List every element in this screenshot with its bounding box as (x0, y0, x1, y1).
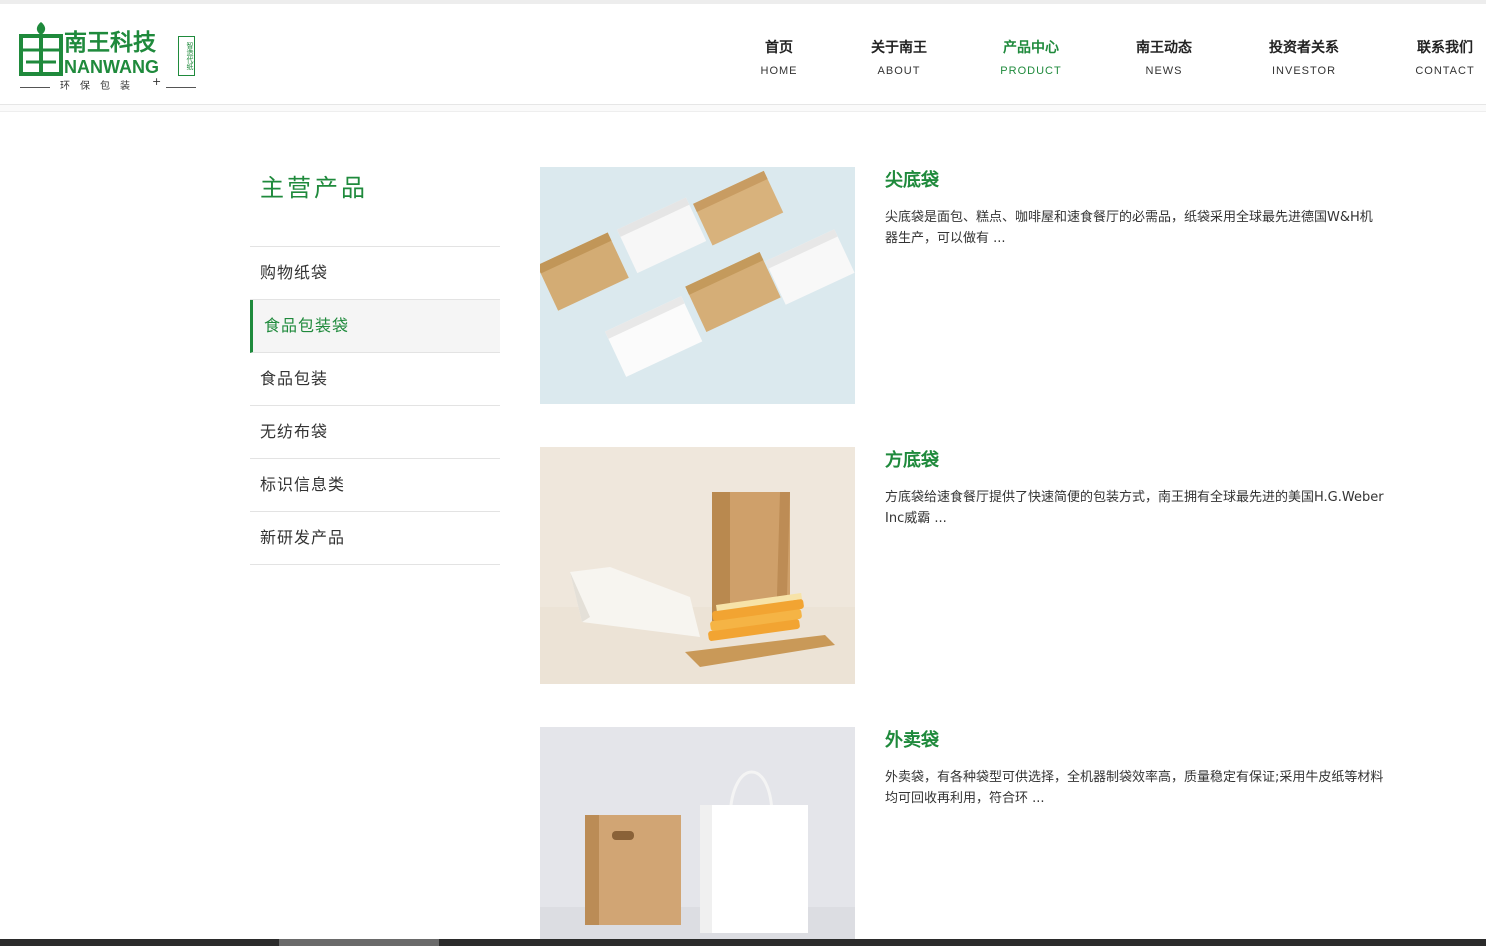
nav-about-label: 关于南王 (871, 40, 927, 56)
product-name[interactable]: 外卖袋 (885, 729, 939, 753)
nav-investor-label: 投资者关系 (1269, 40, 1339, 56)
nav-home-sublabel: HOME (760, 65, 798, 77)
nav-contact-sublabel: CONTACT (1415, 65, 1475, 77)
nav-news-label: 南王动态 (1136, 40, 1192, 56)
product-description: 外卖袋，有各种袋型可供选择，全机器制袋效率高，质量稳定有保证;采用牛皮纸等材料均… (885, 770, 1384, 806)
nav-news[interactable]: 南王动态 NEWS (1126, 38, 1202, 82)
nav-home-label: 首页 (765, 40, 793, 56)
logo-chinese-name: 南王科技 (64, 30, 156, 56)
product-card: 尖底袋 尖底袋是面包、糕点、咖啡屋和速食餐厅的必需品，纸袋采用全球最先进德国W&… (540, 167, 1390, 404)
sidebar-title: 主营产品 (250, 160, 500, 247)
logo-slogan: 环保包装 + (20, 75, 196, 94)
nanwang-logo[interactable]: 南王科技 NANWANG 智造代纸 环保包装 + (18, 18, 198, 96)
takeaway-bags-image (540, 727, 855, 939)
nav-investor[interactable]: 投资者关系 INVESTOR (1258, 38, 1350, 82)
product-name[interactable]: 方底袋 (885, 449, 939, 473)
sidebar-item-labels[interactable]: 标识信息类 (250, 459, 500, 512)
product-card: 方底袋 方底袋给速食餐厅提供了快速简便的包装方式，南王拥有全球最先进的美国H.G… (540, 447, 1390, 684)
sidebar-item-food-packaging[interactable]: 食品包装 (250, 353, 500, 406)
product-card: 外卖袋 外卖袋，有各种袋型可供选择，全机器制袋效率高，质量稳定有保证;采用牛皮纸… (540, 727, 1390, 939)
logo-tag: 智造代纸 (178, 36, 195, 76)
product-description: 方底袋给速食餐厅提供了快速简便的包装方式，南王拥有全球最先进的美国H.G.Web… (885, 490, 1384, 526)
sidebar-item-food-bags[interactable]: 食品包装袋 (250, 300, 500, 353)
nav-contact-label: 联系我们 (1417, 40, 1473, 56)
nav-product-label: 产品中心 (1003, 40, 1059, 56)
horizontal-scrollbar[interactable] (0, 939, 1486, 946)
square-bottom-bag-image (540, 447, 855, 684)
nav-product-sublabel: PRODUCT (1000, 65, 1062, 77)
nav-about-sublabel: ABOUT (877, 65, 921, 77)
nav-home[interactable]: 首页 HOME (755, 38, 803, 82)
sidebar-item-new-products[interactable]: 新研发产品 (250, 512, 500, 565)
nav-about[interactable]: 关于南王 ABOUT (862, 38, 936, 82)
header-divider (0, 105, 1486, 112)
nav-investor-sublabel: INVESTOR (1271, 65, 1337, 77)
nav-news-sublabel: NEWS (1145, 65, 1183, 77)
product-name[interactable]: 尖底袋 (885, 169, 939, 193)
slogan-plus: + (152, 75, 162, 88)
product-category-sidebar: 主营产品 购物纸袋 食品包装袋 食品包装 无纺布袋 标识信息类 新研发产品 (250, 160, 500, 565)
logo-english-name: NANWANG (64, 57, 159, 77)
slogan-divider-right (166, 87, 196, 88)
slogan-text: 环保包装 (60, 81, 140, 92)
product-image-link[interactable] (540, 447, 855, 684)
sidebar-item-shopping-bags[interactable]: 购物纸袋 (250, 247, 500, 300)
nav-product[interactable]: 产品中心 PRODUCT (994, 38, 1068, 82)
slogan-divider-left (20, 87, 50, 88)
product-image-link[interactable] (540, 727, 855, 939)
pointed-bottom-bags-image (540, 167, 855, 404)
product-image-link[interactable] (540, 167, 855, 404)
product-description: 尖底袋是面包、糕点、咖啡屋和速食餐厅的必需品，纸袋采用全球最先进德国W&H机器生… (885, 210, 1373, 246)
sidebar-item-non-woven-bags[interactable]: 无纺布袋 (250, 406, 500, 459)
nav-contact[interactable]: 联系我们 CONTACT (1404, 38, 1486, 82)
logo-mark-icon (19, 22, 63, 76)
scrollbar-thumb[interactable] (279, 939, 439, 946)
site-header: 南王科技 NANWANG 智造代纸 环保包装 + 首页 HOME 关于南王 AB… (0, 0, 1486, 105)
